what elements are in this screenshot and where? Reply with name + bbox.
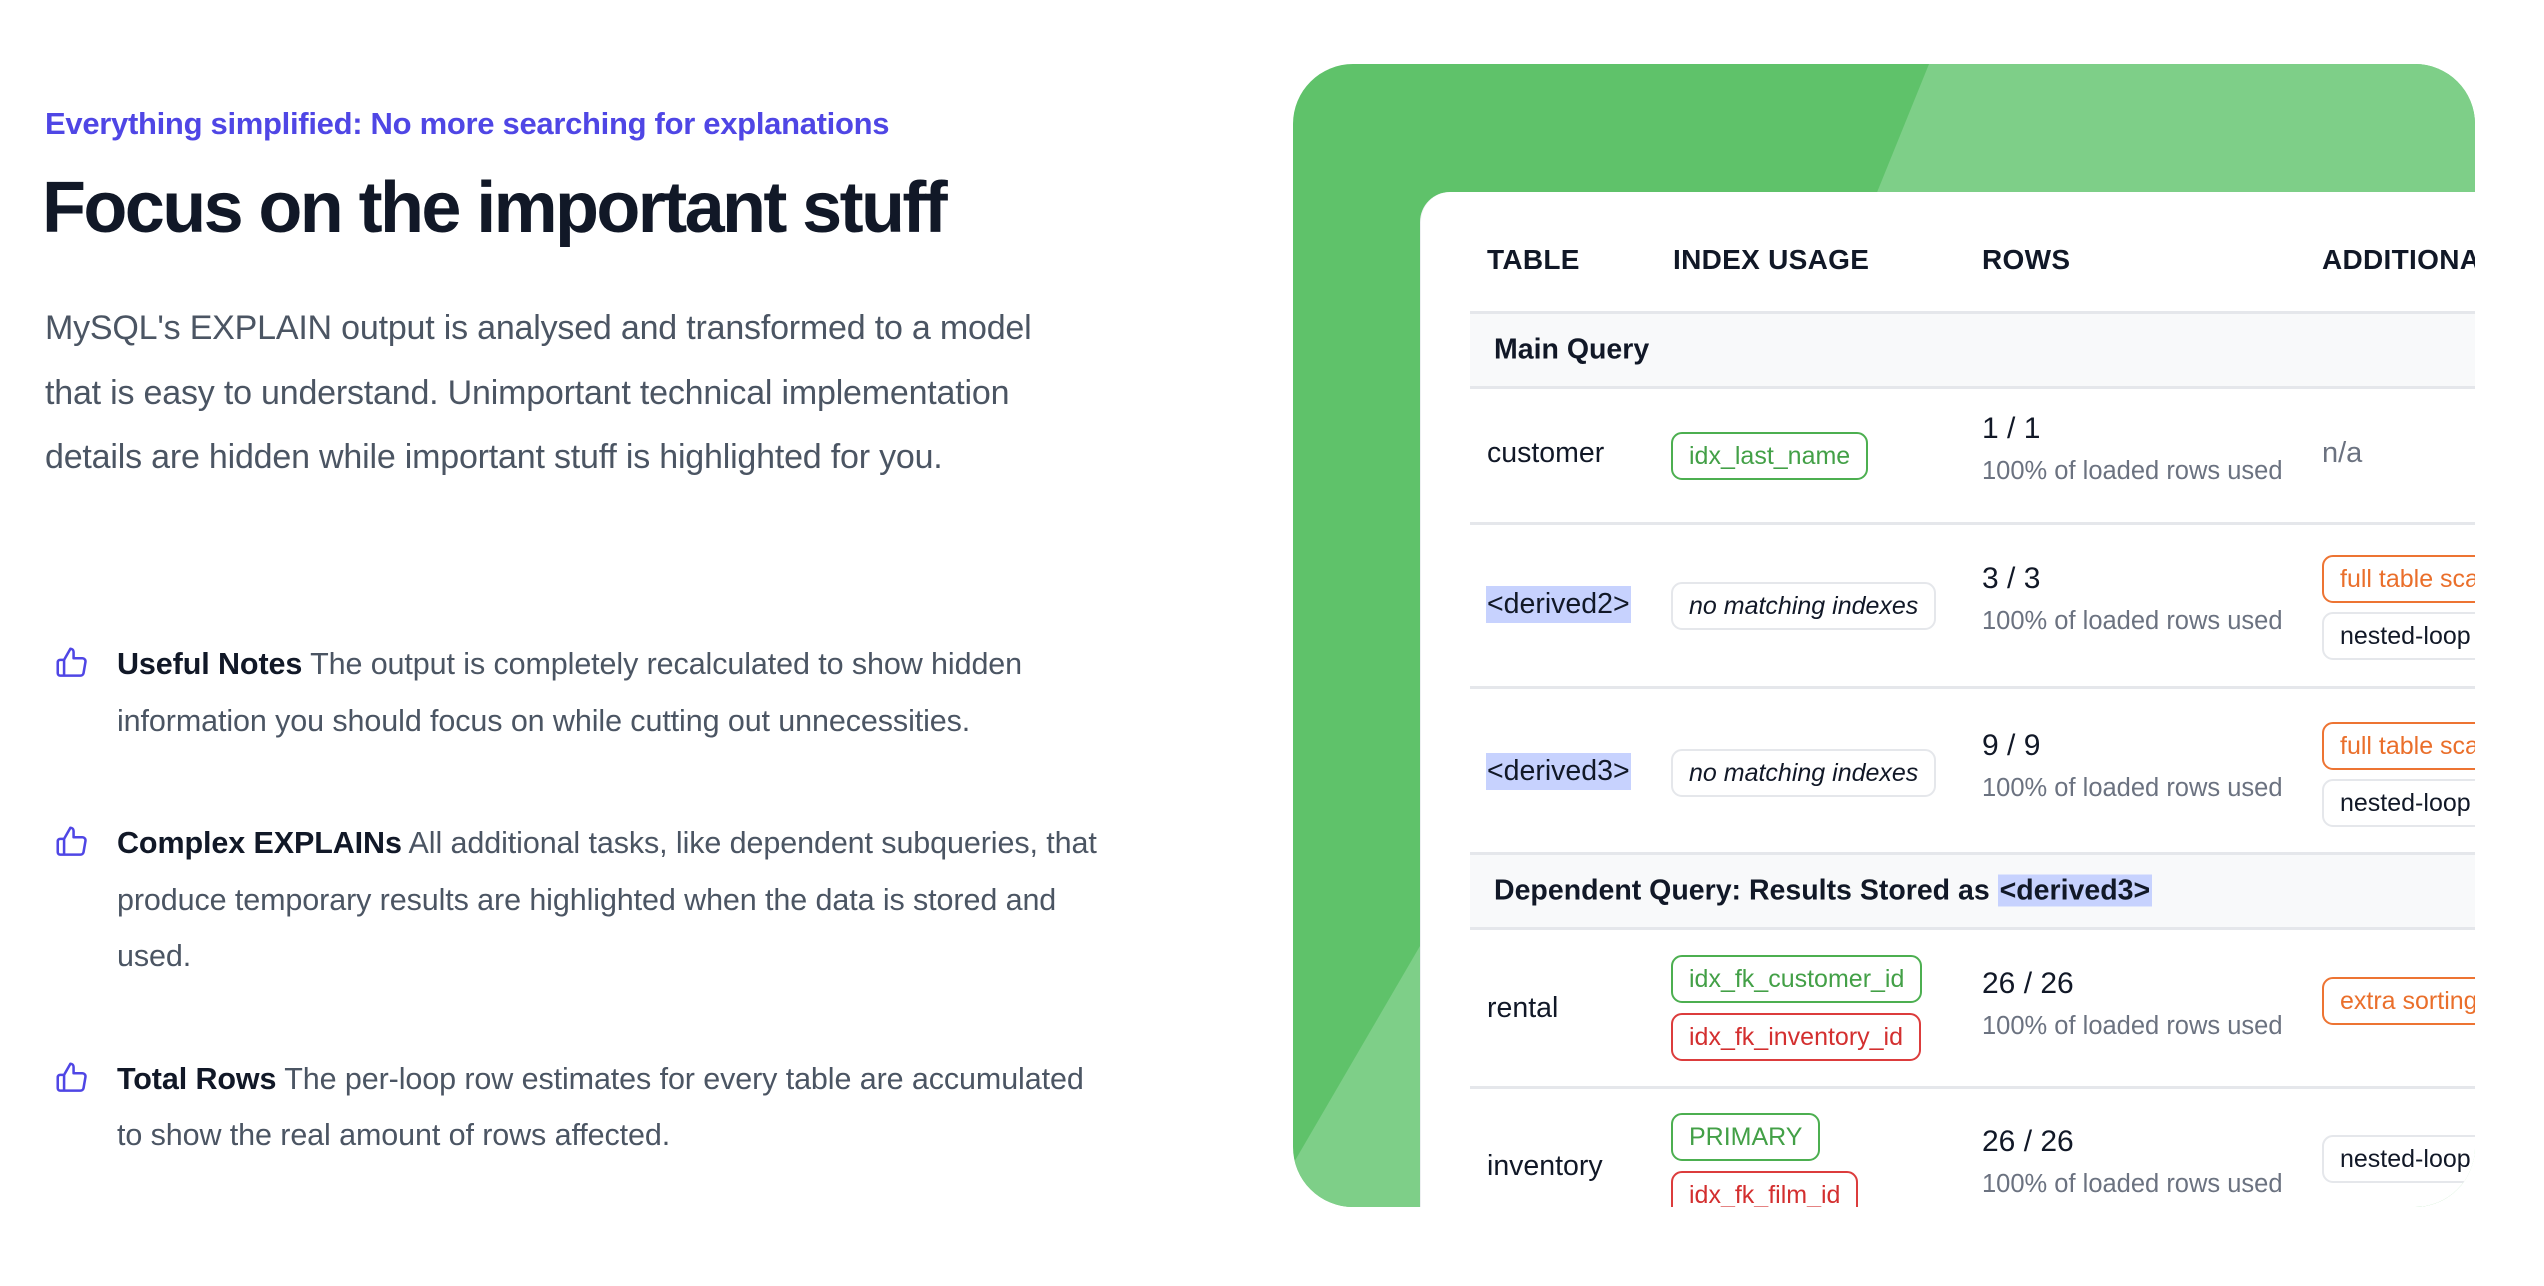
table-name: inventory bbox=[1487, 1150, 1603, 1182]
index-badge: no matching indexes bbox=[1671, 582, 1937, 630]
index-badge: PRIMARY bbox=[1671, 1113, 1821, 1161]
rows-note: 100% of loaded rows used bbox=[1982, 774, 2283, 802]
thumbs-up-icon bbox=[56, 1061, 87, 1092]
feature-item-complex-explains: Complex EXPLAINs All additional tasks, l… bbox=[45, 815, 1105, 985]
feature-item-useful-notes: Useful Notes The output is completely re… bbox=[45, 636, 1105, 749]
rows-note: 100% of loaded rows used bbox=[1982, 1012, 2283, 1040]
feature-name: Useful Notes bbox=[117, 647, 303, 681]
feature-item-total-rows: Total Rows The per-loop row estimates fo… bbox=[45, 1051, 1105, 1164]
group-label: Dependent Query: Results Stored as bbox=[1494, 874, 1998, 907]
section-description: MySQL's EXPLAIN output is analysed and t… bbox=[45, 309, 1032, 476]
thumbs-up-icon bbox=[56, 647, 87, 677]
feature-name: Complex EXPLAINs bbox=[117, 826, 402, 860]
index-badge: no matching indexes bbox=[1671, 749, 1937, 797]
table-name-derived: <derived2> bbox=[1486, 586, 1631, 623]
row-divider bbox=[1470, 1086, 2475, 1089]
group-row-dependent-query: Dependent Query: Results Stored as <deri… bbox=[1470, 852, 2475, 930]
index-badge: idx_last_name bbox=[1671, 432, 1869, 480]
section-eyebrow: Everything simplified: No more searching… bbox=[45, 106, 890, 141]
additional-badge: nested-loop bbox=[2322, 612, 2475, 660]
column-header-additional: ADDITIONA bbox=[2322, 244, 2475, 275]
rows-count: 26 / 26 bbox=[1982, 1125, 2074, 1158]
additional-badge: extra sorting bbox=[2322, 977, 2475, 1025]
feature-list: Useful Notes The output is completely re… bbox=[45, 636, 1105, 1230]
index-badge: idx_fk_inventory_id bbox=[1671, 1013, 1922, 1061]
rows-note: 100% of loaded rows used bbox=[1982, 1170, 2283, 1198]
rows-count: 26 / 26 bbox=[1982, 967, 2074, 1000]
rows-count: 3 / 3 bbox=[1982, 562, 2041, 595]
additional-badge: full table scan bbox=[2322, 722, 2475, 770]
table-name-derived: <derived3> bbox=[1486, 753, 1631, 790]
additional-badge: full table scan bbox=[2322, 555, 2475, 603]
group-label: Main Query bbox=[1494, 333, 1650, 366]
additional-value: n/a bbox=[2322, 437, 2363, 469]
group-row-main-query: Main Query bbox=[1470, 311, 2475, 389]
panel-highlight-bottom bbox=[1293, 946, 1420, 1207]
table-name: customer bbox=[1487, 437, 1605, 469]
explain-table-card: TABLE INDEX USAGE ROWS ADDITIONA Main Qu… bbox=[1420, 192, 2475, 1207]
row-divider bbox=[1470, 522, 2475, 525]
section-title: Focus on the important stuff bbox=[42, 168, 948, 248]
rows-count: 1 / 1 bbox=[1982, 412, 2041, 445]
rows-note: 100% of loaded rows used bbox=[1982, 457, 2283, 485]
table-name: rental bbox=[1487, 992, 1559, 1024]
rows-note: 100% of loaded rows used bbox=[1982, 607, 2283, 635]
column-header-index-usage: INDEX USAGE bbox=[1673, 244, 1870, 275]
thumbs-up-icon bbox=[56, 826, 87, 856]
additional-badge: nested-loop bbox=[2322, 1135, 2475, 1183]
screenshot-preview-panel: TABLE INDEX USAGE ROWS ADDITIONA Main Qu… bbox=[1293, 64, 2475, 1207]
index-badge: idx_fk_film_id bbox=[1671, 1171, 1859, 1207]
column-header-rows: ROWS bbox=[1982, 244, 2071, 275]
row-divider bbox=[1470, 686, 2475, 689]
group-label-derived-ref: <derived3> bbox=[1997, 874, 2153, 907]
feature-name: Total Rows bbox=[117, 1061, 277, 1096]
column-header-table: TABLE bbox=[1487, 244, 1580, 275]
index-badge: idx_fk_customer_id bbox=[1671, 955, 1923, 1003]
additional-badge: nested-loop bbox=[2322, 779, 2475, 827]
rows-count: 9 / 9 bbox=[1982, 729, 2041, 762]
